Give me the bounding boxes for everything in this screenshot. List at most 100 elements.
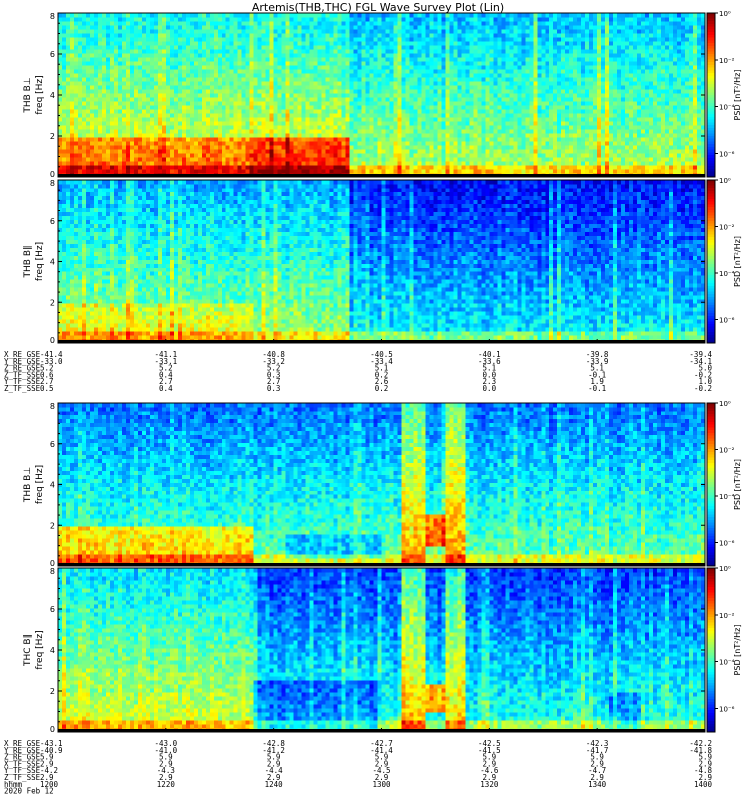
- spectrogram-cell: [245, 149, 250, 154]
- spectrogram-cell: [465, 81, 470, 86]
- spectrogram-cell: [237, 17, 243, 22]
- spectrogram-cell: [137, 141, 143, 146]
- spectrogram-cell: [513, 21, 518, 26]
- spectrogram-cell: [101, 45, 107, 50]
- spectrogram-cell: [109, 57, 115, 62]
- spectrogram-cell: [389, 49, 394, 54]
- spectrogram-cell: [529, 85, 534, 90]
- spectrogram-cell: [177, 157, 183, 162]
- spectrogram-cell: [461, 29, 466, 34]
- spectrogram-cell: [289, 125, 294, 130]
- spectrogram-cell: [237, 65, 243, 70]
- spectrogram-cell: [473, 161, 478, 166]
- spectrogram-cell: [441, 53, 446, 58]
- spectrogram-cell: [525, 165, 530, 170]
- spectrogram-cell: [313, 77, 318, 82]
- spectrogram-cell: [313, 113, 318, 118]
- spectrogram-cell: [309, 53, 314, 58]
- spectrogram-cell: [461, 49, 466, 54]
- spectrogram-cell: [529, 33, 534, 38]
- spectrogram-cell: [353, 169, 358, 174]
- spectrogram-cell: [149, 81, 155, 86]
- spectrogram-cell: [325, 113, 330, 118]
- spectrogram-cell: [341, 121, 346, 126]
- spectrogram-cell: [381, 77, 386, 82]
- spectrogram-cell: [285, 157, 290, 162]
- spectrogram-cell: [249, 157, 254, 162]
- spectrogram-cell: [533, 21, 538, 26]
- spectrogram-cell: [125, 69, 131, 74]
- spectrogram-cell: [457, 125, 462, 130]
- spectrogram-cell: [393, 165, 398, 170]
- spectrogram-cell: [409, 65, 414, 70]
- spectrogram-cell: [437, 17, 442, 22]
- spectrogram-cell: [477, 53, 482, 58]
- spectrogram-cell: [58, 49, 63, 54]
- spectrogram-cell: [393, 105, 398, 110]
- spectrogram-cell: [441, 17, 446, 22]
- spectrogram-cell: [465, 97, 470, 102]
- spectrogram-cell: [481, 141, 486, 146]
- spectrogram-cell: [133, 33, 139, 38]
- spectrogram-cell: [141, 69, 147, 74]
- spectrogram-cell: [521, 65, 526, 70]
- spectrogram-cell: [181, 133, 187, 138]
- spectrogram-cell: [469, 117, 474, 122]
- spectrogram-cell: [317, 141, 322, 146]
- spectrogram-cell: [89, 25, 95, 30]
- spectrogram-cell: [489, 93, 494, 98]
- spectrogram-cell: [441, 157, 446, 162]
- spectrogram-cell: [81, 53, 87, 58]
- spectrogram-cell: [225, 101, 231, 106]
- spectrogram-cell: [369, 13, 374, 18]
- spectrogram-cell: [345, 29, 350, 34]
- spectrogram-cell: [365, 105, 370, 110]
- spectrogram-cell: [241, 149, 247, 154]
- spectrogram-cell: [525, 61, 530, 66]
- spectrogram-cell: [65, 165, 71, 170]
- spectrogram-cell: [77, 157, 83, 162]
- spectrogram-cell: [429, 69, 434, 74]
- spectrogram-cell: [205, 85, 211, 90]
- spectrogram-cell: [517, 109, 522, 114]
- spectrogram-cell: [181, 157, 187, 162]
- spectrogram-cell: [113, 113, 119, 118]
- spectrogram-cell: [93, 153, 99, 158]
- spectrogram-cell: [145, 161, 151, 166]
- spectrogram-cell: [325, 169, 330, 174]
- spectrogram-cell: [397, 161, 402, 166]
- spectrogram-cell: [369, 33, 374, 38]
- spectrogram-cell: [185, 97, 191, 102]
- spectrogram-cell: [417, 137, 422, 142]
- spectrogram-cell: [501, 57, 506, 62]
- spectrogram-cell: [193, 49, 199, 54]
- spectrogram-cell: [405, 137, 410, 142]
- spectrogram-cell: [389, 21, 394, 26]
- spectrogram-cell: [473, 101, 478, 106]
- spectrogram-cell: [485, 137, 490, 142]
- spectrogram-cell: [157, 137, 163, 142]
- spectrogram-cell: [137, 137, 143, 142]
- spectrogram-cell: [217, 13, 223, 18]
- spectrogram-cell: [501, 125, 506, 130]
- spectrogram-cell: [313, 25, 318, 30]
- spectrogram-cell: [425, 97, 430, 102]
- spectrogram-cell: [209, 165, 215, 170]
- spectrogram-cell: [421, 89, 426, 94]
- spectrogram-cell: [145, 125, 151, 130]
- spectrogram-cell: [485, 13, 490, 18]
- spectrogram-cell: [321, 49, 326, 54]
- spectrogram-cell: [181, 117, 187, 122]
- spectrogram-cell: [425, 93, 430, 98]
- spectrogram-cell: [197, 77, 203, 82]
- spectrogram-cell: [125, 169, 131, 174]
- spectrogram-cell: [273, 49, 278, 54]
- spectrogram-cell: [153, 69, 159, 74]
- spectrogram-cell: [81, 157, 87, 162]
- spectrogram-cell: [69, 141, 75, 146]
- spectrogram-cell: [461, 45, 466, 50]
- spectrogram-cell: [481, 165, 486, 170]
- spectrogram-cell: [85, 81, 91, 86]
- spectrogram-cell: [401, 77, 406, 82]
- spectrogram-cell: [129, 49, 135, 54]
